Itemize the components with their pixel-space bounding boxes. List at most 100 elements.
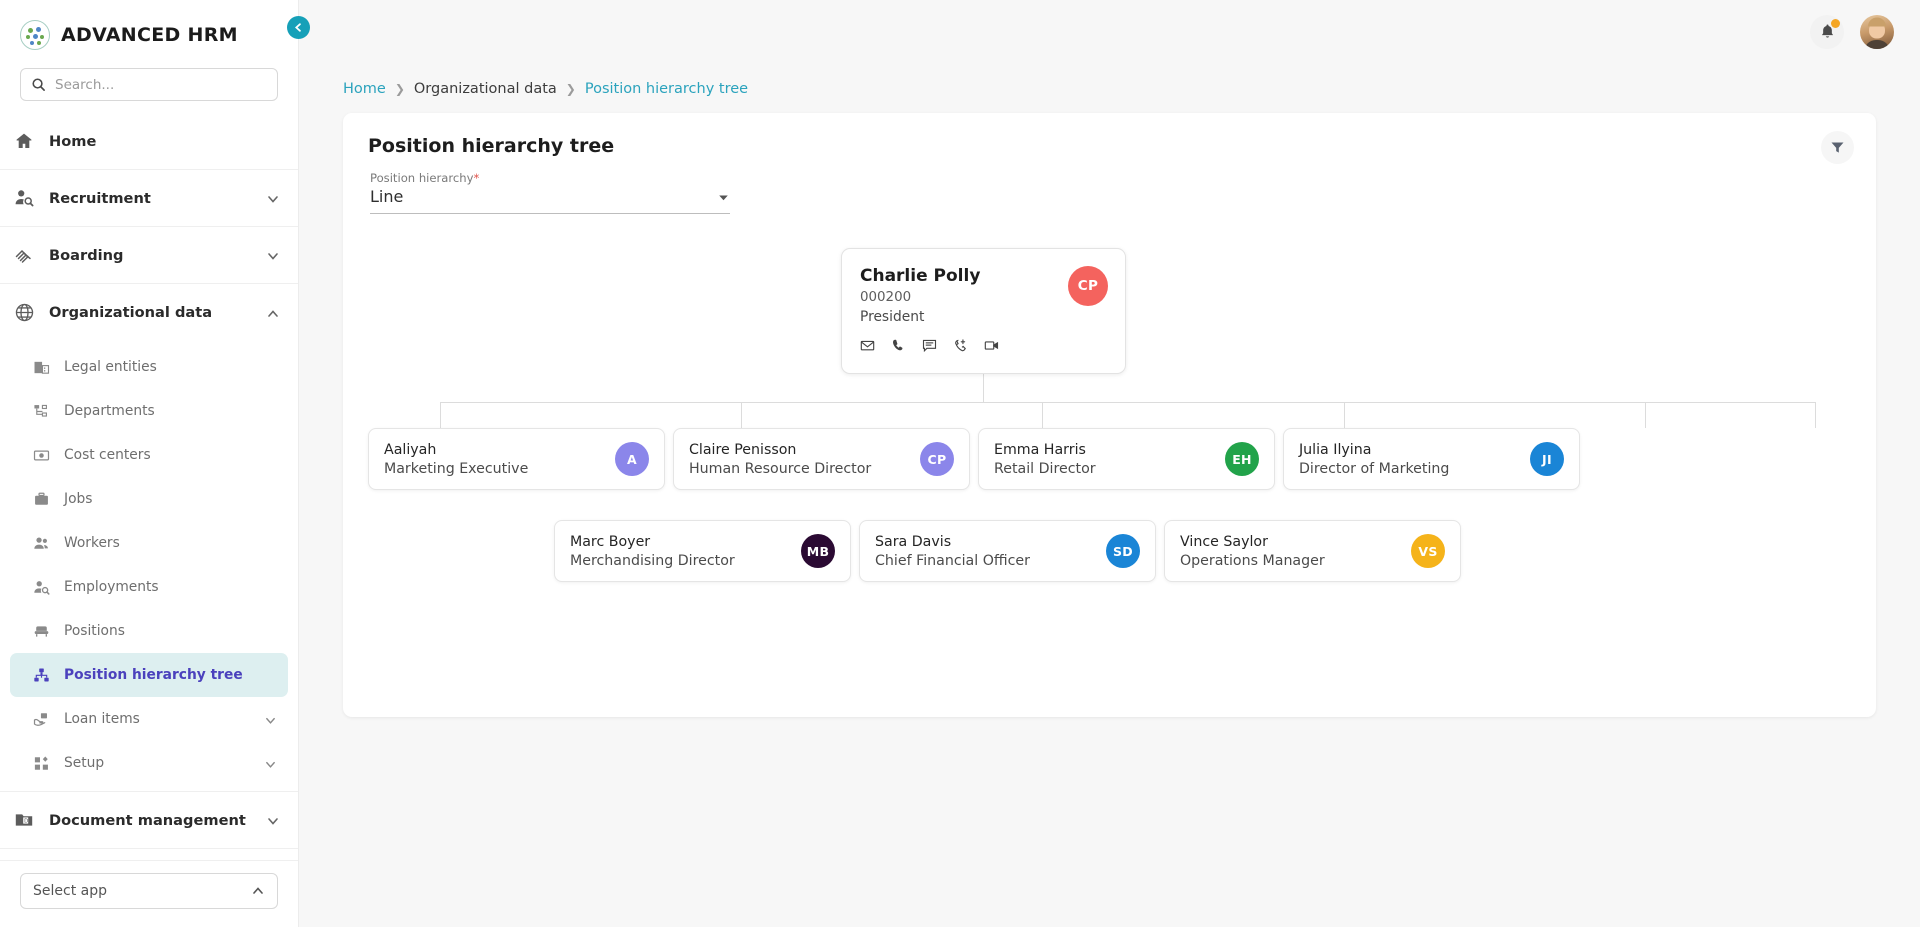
phone-forward-icon[interactable] — [953, 338, 968, 353]
search-icon — [31, 77, 46, 92]
sidebar-item-cost-centers[interactable]: Cost centers — [10, 433, 288, 477]
org-submenu: Legal entities Departments Cost centers … — [0, 341, 298, 792]
sidebar-item-departments[interactable]: Departments — [10, 389, 288, 433]
sidebar-item-positions[interactable]: Positions — [10, 609, 288, 653]
tree-row-2: Aaliyah Marketing Executive A Claire Pen… — [368, 428, 1584, 490]
position-hierarchy-select[interactable]: Line — [370, 187, 730, 214]
chevron-down-icon[interactable] — [266, 248, 280, 262]
connector-branch-5 — [1645, 402, 1646, 428]
chair-icon — [32, 622, 51, 641]
connector-horizontal-row2 — [440, 402, 1815, 403]
node-name: Emma Harris — [994, 441, 1086, 458]
folder-doc-icon: D — [13, 809, 35, 831]
sidebar-item-setup[interactable]: Setup — [10, 741, 288, 785]
tree-row-3: Marc Boyer Merchandising Director MB Sar… — [554, 520, 1465, 582]
person-search-icon — [32, 578, 51, 597]
select-app-dropdown[interactable]: Select app — [20, 873, 278, 909]
money-icon — [32, 446, 51, 465]
svg-text:D: D — [24, 818, 28, 824]
search-box[interactable] — [20, 68, 278, 101]
sidebar-item-label: Setup — [64, 755, 105, 771]
handshake-icon — [13, 244, 35, 266]
node-text: Claire Penisson Human Resource Director — [689, 442, 871, 477]
user-avatar[interactable] — [1860, 14, 1894, 49]
building-icon — [32, 358, 51, 377]
sidebar-item-organizational-data[interactable]: Organizational data — [0, 284, 298, 341]
people-icon — [32, 534, 51, 553]
node-avatar: VS — [1411, 534, 1445, 568]
sidebar-item-employments[interactable]: Employments — [10, 565, 288, 609]
node-name: Sara Davis — [875, 533, 952, 550]
sidebar-item-jobs[interactable]: Jobs — [10, 477, 288, 521]
sidebar-item-position-hierarchy-tree[interactable]: Position hierarchy tree — [10, 653, 288, 697]
sidebar-nav: Home Recruitment Boarding Organizational… — [0, 113, 298, 860]
squares-icon — [32, 754, 51, 773]
select-app-label: Select app — [33, 883, 107, 899]
sidebar-item-home[interactable]: Home — [0, 113, 298, 170]
sidebar: ADVANCED HRM Home — [0, 0, 299, 927]
sidebar-item-legal-entities[interactable]: Legal entities — [10, 345, 288, 389]
field-label-text: Position hierarchy — [370, 171, 474, 185]
chevron-up-icon[interactable] — [251, 884, 265, 898]
sidebar-collapse-button[interactable] — [287, 16, 310, 39]
sidebar-item-recruitment[interactable]: Recruitment — [0, 170, 298, 227]
connector-branch-1 — [440, 402, 441, 428]
page-title: Position hierarchy tree — [368, 135, 615, 157]
app-root: ADVANCED HRM Home — [0, 0, 1920, 927]
node-role: Merchandising Director — [570, 552, 735, 569]
sidebar-item-workers[interactable]: Workers — [10, 521, 288, 565]
notification-button[interactable] — [1810, 14, 1844, 49]
sidebar-item-boarding[interactable]: Boarding — [0, 227, 298, 284]
avatar-initials: EH — [1232, 451, 1252, 467]
content-area: Home ❯ Organizational data ❯ Position hi… — [299, 63, 1920, 927]
brand: ADVANCED HRM — [0, 0, 298, 64]
hierarchy-tree: Charlie Polly 000200 President CP Aaliya… — [368, 248, 1851, 628]
node-card[interactable]: Aaliyah Marketing Executive A — [368, 428, 665, 490]
sidebar-item-loan-items[interactable]: Loan items — [10, 697, 288, 741]
node-role: Director of Marketing — [1299, 460, 1450, 477]
email-icon[interactable] — [860, 338, 875, 353]
sidebar-item-label: Document management — [49, 811, 246, 829]
position-hierarchy-panel: Position hierarchy tree Position hierarc… — [343, 113, 1876, 717]
breadcrumb-item-organizational-data[interactable]: Organizational data — [414, 81, 557, 97]
chevron-down-icon[interactable] — [264, 712, 278, 726]
select-value: Line — [370, 187, 404, 206]
sidebar-item-label: Cost centers — [64, 447, 151, 463]
node-card[interactable]: Julia Ilyina Director of Marketing JI — [1283, 428, 1580, 490]
search-input[interactable] — [55, 76, 267, 93]
node-name: Vince Saylor — [1180, 533, 1268, 550]
node-card[interactable]: Claire Penisson Human Resource Director … — [673, 428, 970, 490]
breadcrumb-item-home[interactable]: Home — [343, 81, 386, 97]
node-role: Operations Manager — [1180, 552, 1325, 569]
breadcrumb-item-position-hierarchy-tree[interactable]: Position hierarchy tree — [585, 81, 748, 97]
avatar-initials: A — [627, 451, 637, 467]
phone-icon[interactable] — [891, 338, 906, 353]
chevron-down-icon[interactable] — [266, 191, 280, 205]
chevron-up-icon[interactable] — [266, 306, 280, 320]
sidebar-item-label: Jobs — [64, 491, 93, 507]
chevron-down-icon[interactable] — [266, 813, 280, 827]
root-node-card[interactable]: Charlie Polly 000200 President CP — [841, 248, 1126, 374]
sidebar-item-label: Workers — [64, 535, 120, 551]
node-actions — [860, 338, 1107, 353]
connector-branch-2 — [741, 402, 742, 428]
connector-root-vertical — [983, 374, 984, 402]
briefcase-icon — [32, 490, 51, 509]
sidebar-item-document-management[interactable]: D Document management — [0, 792, 298, 849]
connector-branch-4 — [1344, 402, 1345, 428]
node-card[interactable]: Sara Davis Chief Financial Officer SD — [859, 520, 1156, 582]
node-name: Aaliyah — [384, 441, 437, 458]
node-card[interactable]: Vince Saylor Operations Manager VS — [1164, 520, 1461, 582]
chevron-down-icon[interactable] — [264, 756, 278, 770]
node-card[interactable]: Emma Harris Retail Director EH — [978, 428, 1275, 490]
chevron-down-icon[interactable] — [717, 191, 730, 206]
sidebar-item-label: Position hierarchy tree — [64, 667, 243, 683]
video-icon[interactable] — [984, 338, 999, 353]
filter-button[interactable] — [1821, 131, 1854, 164]
node-card[interactable]: Marc Boyer Merchandising Director MB — [554, 520, 851, 582]
breadcrumb-separator: ❯ — [394, 82, 405, 96]
avatar-initials: MB — [806, 543, 830, 559]
node-avatar: MB — [801, 534, 835, 568]
avatar-initials: SD — [1113, 543, 1133, 559]
chat-icon[interactable] — [922, 338, 937, 353]
